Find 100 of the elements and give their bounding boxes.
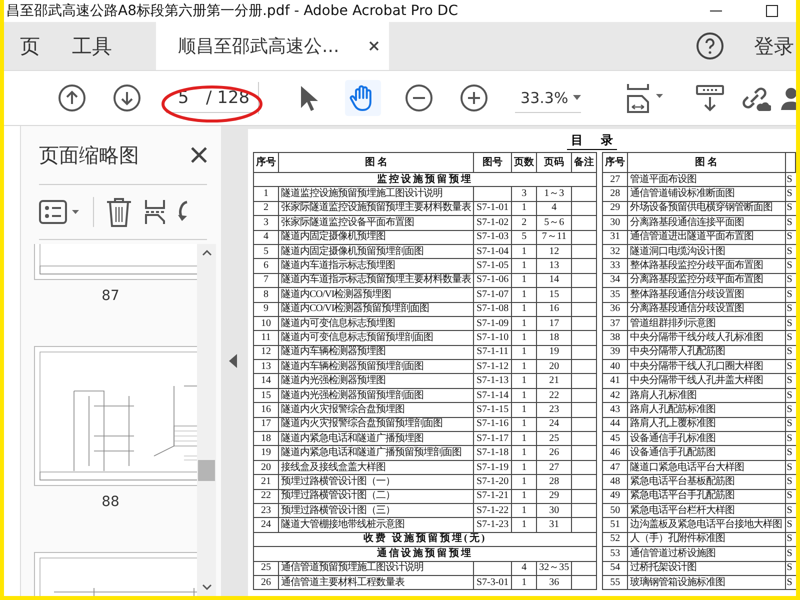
table-cell: 边沟盖板及紧急电话平台接地大样图 xyxy=(628,518,786,532)
table-cell: 玻璃钢管箱设施标准图 xyxy=(628,575,786,590)
table-cell: S xyxy=(785,546,796,562)
table-cell: 5 xyxy=(254,244,278,259)
table-cell: 15 xyxy=(536,288,572,302)
options-icon[interactable] xyxy=(39,200,81,224)
table-cell: 隧道内CO/VI检测器预埋图 xyxy=(278,288,474,302)
help-icon[interactable] xyxy=(696,32,724,60)
table-cell: S7-1-15 xyxy=(474,402,512,418)
table-cell: 36 xyxy=(602,302,628,316)
table-cell: 隧道内紧急电话和隧道广播预埋图 xyxy=(278,432,474,446)
page-thumbnail[interactable] xyxy=(34,346,197,486)
table-cell: 中央分隔带干线人孔井盖大样图 xyxy=(628,374,786,388)
table-cell: S7-1-08 xyxy=(474,302,512,316)
table-cell: 20 xyxy=(536,360,572,374)
column-header: 序号 xyxy=(254,152,278,172)
table-cell: 隧道内可变信息标志预埋图 xyxy=(278,316,474,331)
close-icon[interactable] xyxy=(369,41,380,51)
table-cell: 1 xyxy=(254,186,278,202)
table-cell: 18 xyxy=(536,330,572,346)
table-cell: 隧道内火灾报警综合盘预埋图 xyxy=(278,402,474,418)
table-cell: 19 xyxy=(536,345,572,360)
table-cell: 1 xyxy=(512,575,537,590)
table-cell: 35 xyxy=(602,288,628,302)
chevron-up-icon[interactable] xyxy=(202,250,212,256)
table-cell: S7-1-22 xyxy=(474,503,512,518)
table-cell: S xyxy=(785,402,796,418)
table-cell: 隧道内车辆检测器预埋图 xyxy=(278,345,474,360)
table-cell: 10 xyxy=(254,316,278,331)
table-cell: 25 xyxy=(254,561,278,576)
table-cell: 1 xyxy=(512,330,537,346)
table-cell: 预埋过路横管设计图（三） xyxy=(278,503,474,518)
toolbar-button[interactable] xyxy=(404,84,433,112)
table-cell: S7-1-18 xyxy=(474,446,512,460)
zoom-field[interactable]: 33.3% xyxy=(520,88,573,106)
table-cell: 通信管道过桥设施图 xyxy=(628,546,786,562)
table-cell: 通信管道主要材料工程数量表 xyxy=(278,575,474,590)
table-cell: 51 xyxy=(602,518,628,532)
table-cell: 隧道内紧急电话和隧道广播预留预埋剖面图 xyxy=(278,446,474,460)
toolbar-button[interactable] xyxy=(58,84,86,112)
table-cell: 2 xyxy=(254,201,278,216)
table-cell: S7-1-07 xyxy=(474,288,512,302)
table-cell: 1 xyxy=(512,288,537,302)
maximize-icon[interactable] xyxy=(766,5,778,17)
close-icon[interactable] xyxy=(191,147,207,163)
table-cell: 55 xyxy=(602,575,628,590)
table-cell: 13 xyxy=(254,360,278,374)
chevron-down-icon[interactable] xyxy=(202,584,212,590)
table-cell: S7-1-17 xyxy=(474,432,512,446)
table-cell: 隧道内光强检测器预留预埋剖面图 xyxy=(278,388,474,403)
table-cell: S7-3-01 xyxy=(474,575,512,590)
table-cell: 28 xyxy=(536,474,572,490)
column-header: 序号 xyxy=(602,152,628,172)
table-cell: S7-1-11 xyxy=(474,345,512,360)
table-cell: S xyxy=(785,489,796,504)
tab-title: 顺昌至邵武高速公... xyxy=(178,35,340,58)
table-cell: 中央分隔带干线人孔口圈大样图 xyxy=(628,360,786,374)
table-cell: S xyxy=(785,360,796,374)
table-cell: S7-1-05 xyxy=(474,258,512,274)
table-cell: 3 xyxy=(254,216,278,230)
table-cell: S xyxy=(785,288,796,302)
table-cell: 隧道内光强检测器预埋图 xyxy=(278,374,474,388)
table-cell: 紧急电话平台基板配筋图 xyxy=(628,474,786,490)
collapse-arrow-icon[interactable] xyxy=(229,354,237,368)
table-cell: S7-1-01 xyxy=(474,201,512,216)
table-cell: 2 xyxy=(512,216,537,230)
toolbar-button[interactable] xyxy=(113,84,141,112)
table-cell: 27 xyxy=(536,460,572,475)
window-title: 昌至邵武高速公路A8标段第六册第一分册.pdf - Adobe Acrobat Pro DC xyxy=(6,2,459,20)
table-cell: 13 xyxy=(536,258,572,274)
table-cell: 34 xyxy=(602,273,628,288)
tab[interactable]: 页 xyxy=(4,22,56,70)
table-cell: 隧道内CO/VI检测器预留预埋剖面图 xyxy=(278,302,474,316)
table-cell: 32 xyxy=(602,244,628,259)
table-cell: S xyxy=(785,460,796,475)
toolbar-button[interactable] xyxy=(460,84,488,112)
table-cell: 54 xyxy=(602,561,628,576)
sign-in-link[interactable]: 登录 xyxy=(754,32,794,60)
table-cell: S7-1-04 xyxy=(474,244,512,259)
table-cell: 31 xyxy=(536,518,572,532)
table-cell: 张家际隧道监控设备平面布置图 xyxy=(278,216,474,230)
toolbar-button[interactable] xyxy=(625,82,666,114)
column-header: 图 名 xyxy=(628,152,786,172)
table-cell: 管道组群排列示意图 xyxy=(628,316,786,331)
toolbar-button[interactable] xyxy=(344,80,381,116)
table-cell: S7-1-09 xyxy=(474,316,512,331)
table-cell: 整体路基段通信分歧设置图 xyxy=(628,288,786,302)
tab[interactable]: 工具 xyxy=(56,22,128,70)
table-cell: 4 xyxy=(254,230,278,244)
table-cell: S xyxy=(785,388,796,403)
scrollbar-thumb[interactable] xyxy=(198,460,215,481)
document-tab[interactable]: 顺昌至邵武高速公... xyxy=(156,22,390,70)
table-cell: 隧道内固定摄像机预埋图 xyxy=(278,230,474,244)
table-cell: 3 xyxy=(512,186,537,202)
trash-icon[interactable] xyxy=(106,197,132,227)
table-cell: S7-1-02 xyxy=(474,216,512,230)
extract-pages-icon[interactable] xyxy=(144,199,166,225)
table-cell: 路肩人孔配筋标准图 xyxy=(628,402,786,418)
table-cell: 隧道内车道指示标志预埋图 xyxy=(278,258,474,274)
toolbar-button[interactable] xyxy=(695,83,726,113)
